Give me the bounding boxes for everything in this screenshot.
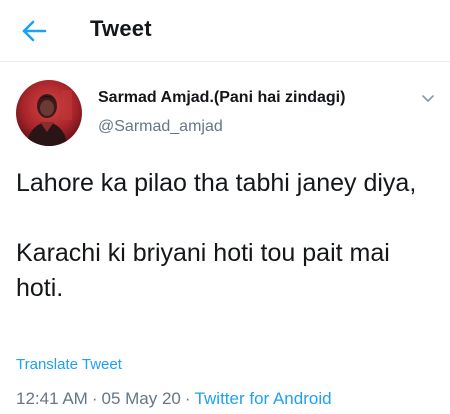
tweet-menu-button[interactable] — [418, 88, 438, 108]
tweet-time: 12:41 AM — [16, 389, 88, 408]
author-handle[interactable]: @Sarmad_amjad — [98, 118, 223, 136]
top-bar: Tweet — [0, 0, 450, 62]
tweet-date: 05 May 20 — [101, 389, 181, 408]
arrow-left-icon — [22, 20, 47, 42]
tweet-metadata: 12:41 AM · 05 May 20 · Twitter for Android — [16, 389, 332, 409]
author-display-name[interactable]: Sarmad Amjad.(Pani hai zindagi) — [98, 89, 345, 107]
page-title: Tweet — [90, 16, 152, 41]
profile-avatar-icon — [16, 80, 82, 146]
avatar[interactable] — [16, 80, 82, 146]
chevron-down-icon — [422, 95, 434, 102]
tweet-source-link[interactable]: Twitter for Android — [195, 389, 332, 408]
back-button[interactable] — [20, 18, 48, 44]
translate-tweet-link[interactable]: Translate Tweet — [16, 356, 122, 373]
meta-separator: · — [184, 389, 191, 408]
meta-separator: · — [91, 389, 98, 408]
tweet-text: Lahore ka pilao tha tabhi janey diya, Ka… — [16, 169, 417, 302]
